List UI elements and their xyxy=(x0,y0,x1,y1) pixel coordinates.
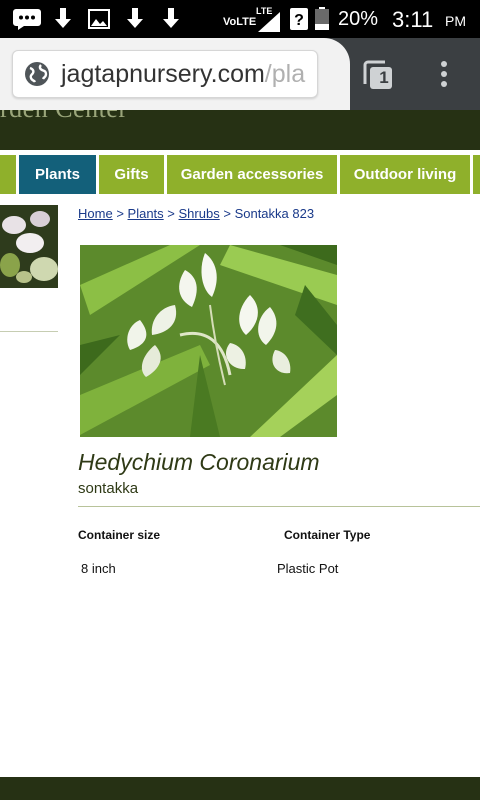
image-icon xyxy=(88,7,110,31)
menu-dot xyxy=(441,71,447,77)
status-bar: VoLTE LTE ? 20% 3:11 PM xyxy=(0,0,480,38)
globe-icon xyxy=(23,60,51,88)
tab-count: 1 xyxy=(379,68,389,87)
download-icon xyxy=(160,7,182,31)
breadcrumb-shrubs-link[interactable]: Shrubs xyxy=(179,206,220,221)
nav-item-gifts[interactable]: Gifts xyxy=(99,155,164,194)
overflow-menu-button[interactable] xyxy=(428,58,460,90)
clock-time: 3:11 xyxy=(392,7,434,32)
site-logo-text[interactable]: rden Center xyxy=(0,110,128,124)
volte-label: VoLTE xyxy=(223,16,257,28)
product-common-name: sontakka xyxy=(78,480,139,497)
svg-text:?: ? xyxy=(294,12,304,29)
site-header: rden Center xyxy=(0,110,480,154)
product-image[interactable] xyxy=(80,245,337,437)
url-tab: jagtapnursery.com/pla xyxy=(0,38,350,110)
nav-item-partial-left[interactable] xyxy=(0,155,16,194)
battery-percent: 20% xyxy=(338,8,379,30)
nav-item-plants[interactable]: Plants xyxy=(19,155,96,194)
browser-toolbar: jagtapnursery.com/pla 1 xyxy=(0,38,480,110)
signal-icon xyxy=(256,10,282,34)
nav-item-partial-right[interactable] xyxy=(473,155,480,194)
message-icon xyxy=(12,7,42,31)
download-icon xyxy=(52,7,74,31)
breadcrumb: Home > Plants > Shrubs > Sontakka 823 xyxy=(78,206,314,221)
main-nav: Plants Gifts Garden accessories Outdoor … xyxy=(0,154,480,194)
container-type-label: Container Type xyxy=(284,528,371,542)
sidebar-divider xyxy=(0,331,58,332)
tab-switcher-button[interactable]: 1 xyxy=(362,59,394,91)
nav-item-garden-accessories[interactable]: Garden accessories xyxy=(167,155,337,194)
container-size-value: 8 inch xyxy=(81,561,116,576)
help-icon: ? xyxy=(289,7,309,31)
sidebar-thumbnail[interactable] xyxy=(0,205,58,288)
nav-item-outdoor-living[interactable]: Outdoor living xyxy=(340,155,470,194)
container-type-value: Plastic Pot xyxy=(277,561,339,576)
url-text[interactable]: jagtapnursery.com/pla xyxy=(61,60,305,89)
breadcrumb-current: Sontakka 823 xyxy=(234,206,315,221)
breadcrumb-plants-link[interactable]: Plants xyxy=(128,206,164,221)
title-divider xyxy=(78,506,480,507)
breadcrumb-separator: > xyxy=(167,206,175,221)
url-bar[interactable]: jagtapnursery.com/pla xyxy=(12,50,318,98)
container-size-label: Container size xyxy=(78,528,161,542)
download-icon xyxy=(124,7,146,31)
clock-ampm: PM xyxy=(445,13,466,29)
menu-dot xyxy=(441,61,447,67)
breadcrumb-separator: > xyxy=(223,206,231,221)
menu-dot xyxy=(441,81,447,87)
site-footer xyxy=(0,777,480,800)
battery-icon xyxy=(314,7,330,31)
breadcrumb-home-link[interactable]: Home xyxy=(78,206,113,221)
breadcrumb-separator: > xyxy=(116,206,124,221)
product-title: Hedychium Coronarium xyxy=(78,449,320,475)
